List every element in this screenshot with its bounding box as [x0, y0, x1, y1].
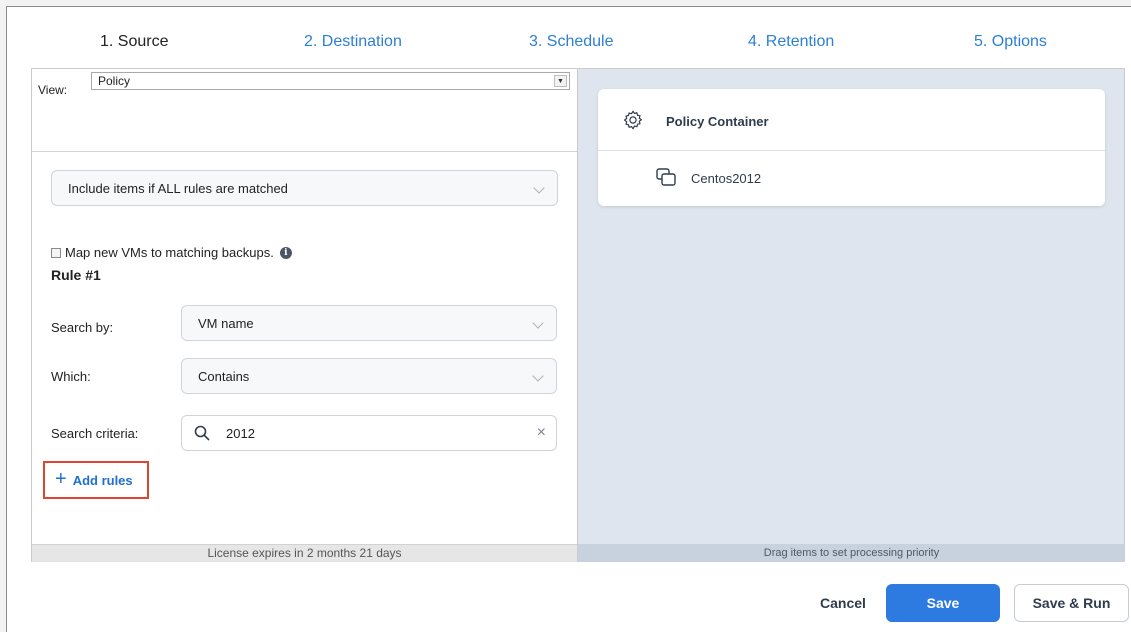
which-value: Contains [198, 369, 250, 384]
cancel-button[interactable]: Cancel [807, 584, 879, 622]
tab-retention[interactable]: 4. Retention [748, 33, 834, 51]
which-dropdown[interactable]: Contains [181, 358, 557, 394]
plus-icon: + [55, 467, 67, 490]
vm-item-name[interactable]: Centos2012 [691, 171, 761, 186]
chevron-down-icon [533, 182, 545, 194]
info-icon[interactable]: i [279, 246, 292, 259]
tab-options[interactable]: 5. Options [974, 33, 1047, 51]
search-by-value: VM name [198, 316, 254, 331]
view-select[interactable]: Policy ▼ [91, 72, 570, 90]
save-and-run-button[interactable]: Save & Run [1014, 584, 1129, 622]
map-vms-option: Map new VMs to matching backups. i [51, 245, 292, 260]
vm-icon [656, 168, 676, 186]
wizard-window: 1. Source 2. Destination 3. Schedule 4. … [6, 6, 1131, 632]
source-panel: View: Policy ▼ Include items if ALL rule… [31, 68, 1125, 562]
search-criteria-value: 2012 [226, 426, 255, 441]
match-rule-value: Include items if ALL rules are matched [68, 181, 288, 196]
policy-container-header[interactable]: Policy Container [598, 89, 1105, 151]
tab-source[interactable]: 1. Source [100, 33, 168, 51]
gear-icon [623, 110, 643, 130]
chevron-down-icon [532, 370, 544, 382]
clear-icon[interactable]: × [537, 424, 546, 442]
view-label: View: [38, 83, 68, 97]
save-button[interactable]: Save [886, 584, 1000, 622]
policy-container-title: Policy Container [666, 114, 769, 129]
view-select-value: Policy [98, 74, 131, 88]
map-vms-checkbox[interactable] [51, 247, 61, 258]
processing-priority-hint: Drag items to set processing priority [578, 544, 1125, 562]
match-rule-dropdown[interactable]: Include items if ALL rules are matched [51, 170, 558, 206]
rules-pane: View: Policy ▼ Include items if ALL rule… [32, 69, 577, 562]
tab-destination[interactable]: 2. Destination [304, 33, 402, 51]
policy-container-card: Policy Container Centos2012 [598, 89, 1105, 206]
tab-schedule[interactable]: 3. Schedule [529, 33, 614, 51]
which-label: Which: [51, 369, 91, 384]
chevron-down-icon[interactable]: ▼ [554, 75, 567, 87]
rule-title: Rule #1 [51, 267, 101, 283]
map-vms-label: Map new VMs to matching backups. [65, 245, 274, 260]
criteria-label: Search criteria: [51, 426, 139, 441]
divider [32, 151, 577, 152]
selected-items-pane: Policy Container Centos2012 Drag items t… [577, 69, 1125, 562]
add-rules-label: Add rules [72, 472, 133, 488]
search-by-label: Search by: [51, 320, 114, 335]
search-by-dropdown[interactable]: VM name [181, 305, 557, 341]
chevron-down-icon [532, 317, 544, 329]
license-status: License expires in 2 months 21 days [32, 544, 577, 562]
search-icon [194, 425, 210, 441]
search-criteria-input[interactable]: 2012 × [181, 415, 557, 451]
add-rules-button[interactable]: + Add rules [43, 461, 149, 499]
